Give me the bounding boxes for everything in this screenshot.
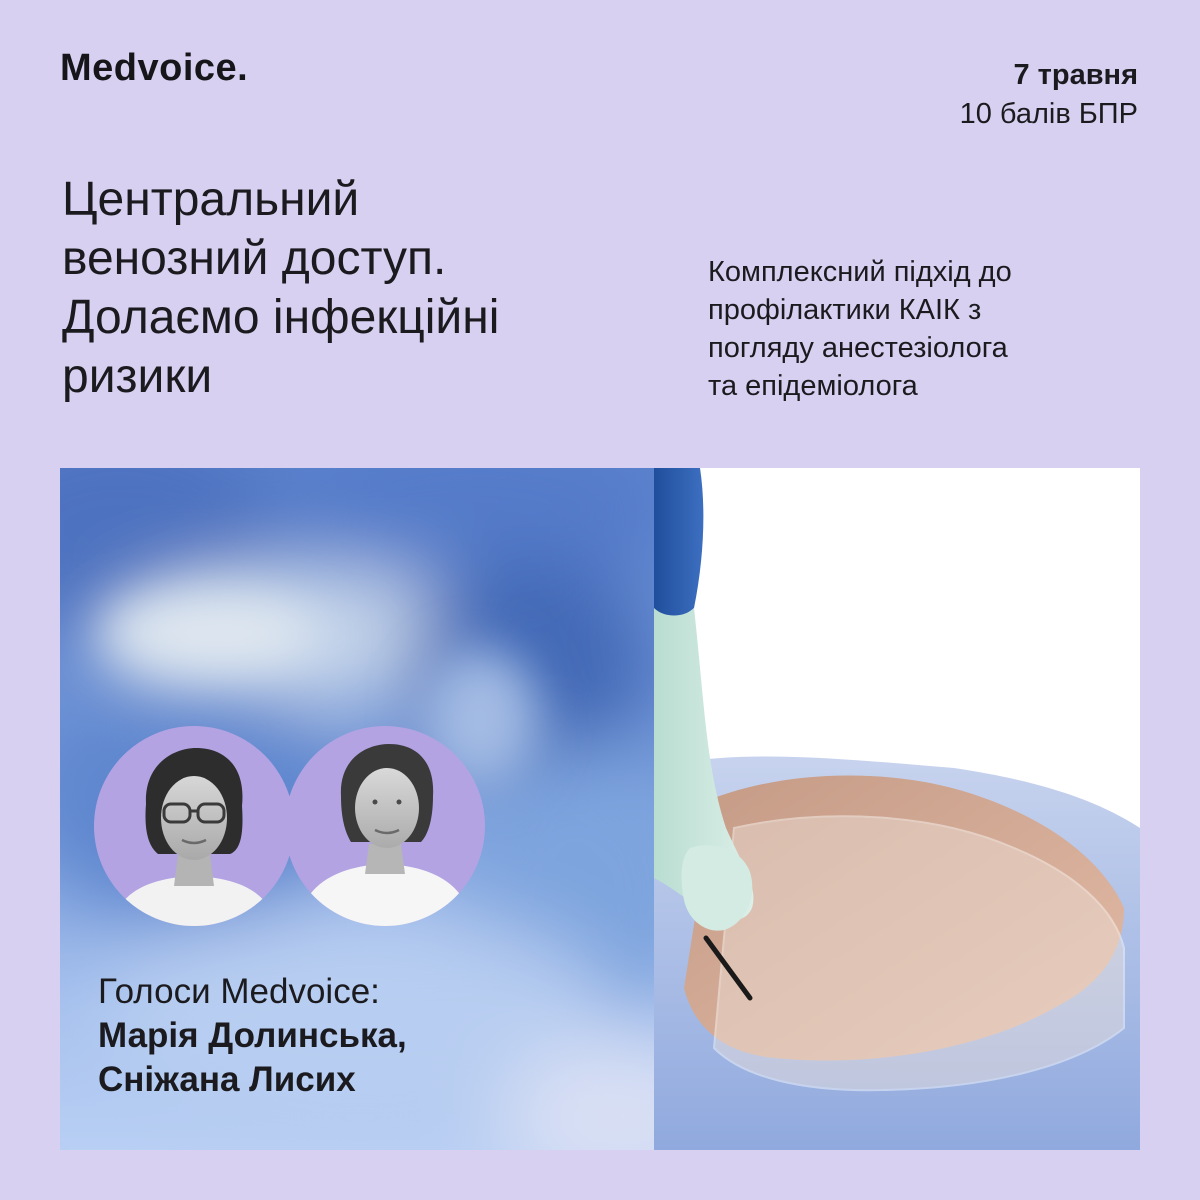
procedure-photo [654,468,1140,1150]
event-date: 7 травня [1013,59,1139,91]
promo-card: Medvoice. 7 травня 10 балів БПР Централь… [0,0,1200,1200]
blur-highlight [100,593,320,673]
brand-dot: . [237,47,249,89]
procedure-photo-panel [654,468,1140,1150]
headline-line: Центральний [62,173,360,226]
surgeon-sleeve [654,468,704,619]
event-points: 10 балів БПР [959,98,1138,130]
headline-line: венозний доступ. [62,232,447,285]
speakers-block: Голоси Medvoice: Марія Долинська, Сніжан… [98,970,407,1102]
subheadline-line: та епідеміолога [708,370,918,402]
brand-name: Medvoice [60,47,238,89]
blurred-photo-panel: Голоси Medvoice: Марія Долинська, Сніжан… [60,468,656,1150]
headline: Центральний венозний доступ. Долаємо інф… [62,170,662,406]
portrait-face [161,776,227,860]
speaker-name: Сніжана Лисих [98,1060,356,1099]
portrait-eye [396,799,402,805]
subheadline-line: профілактики КАІК з [708,294,982,326]
portrait-eye [372,799,378,805]
portrait-neck [365,844,405,874]
portrait-face [355,768,419,848]
subheadline-line: Комплексний підхід до [708,256,1012,288]
headline-line: ризики [62,350,213,403]
event-meta: 7 травня 10 балів БПР [960,56,1138,134]
speakers-label: Голоси Medvoice: [98,972,380,1011]
speaker-portrait-2 [285,726,485,926]
headline-line: Долаємо інфекційні [62,291,500,344]
speaker-name: Марія Долинська, [98,1016,407,1055]
speaker-portraits [94,726,494,934]
subheadline-line: погляду анестезіолога [708,332,1008,364]
brand-logo: Medvoice. [60,44,248,92]
speaker-portrait-1 [94,726,294,926]
subheadline: Комплексний підхід до профілактики КАІК … [708,253,1148,405]
